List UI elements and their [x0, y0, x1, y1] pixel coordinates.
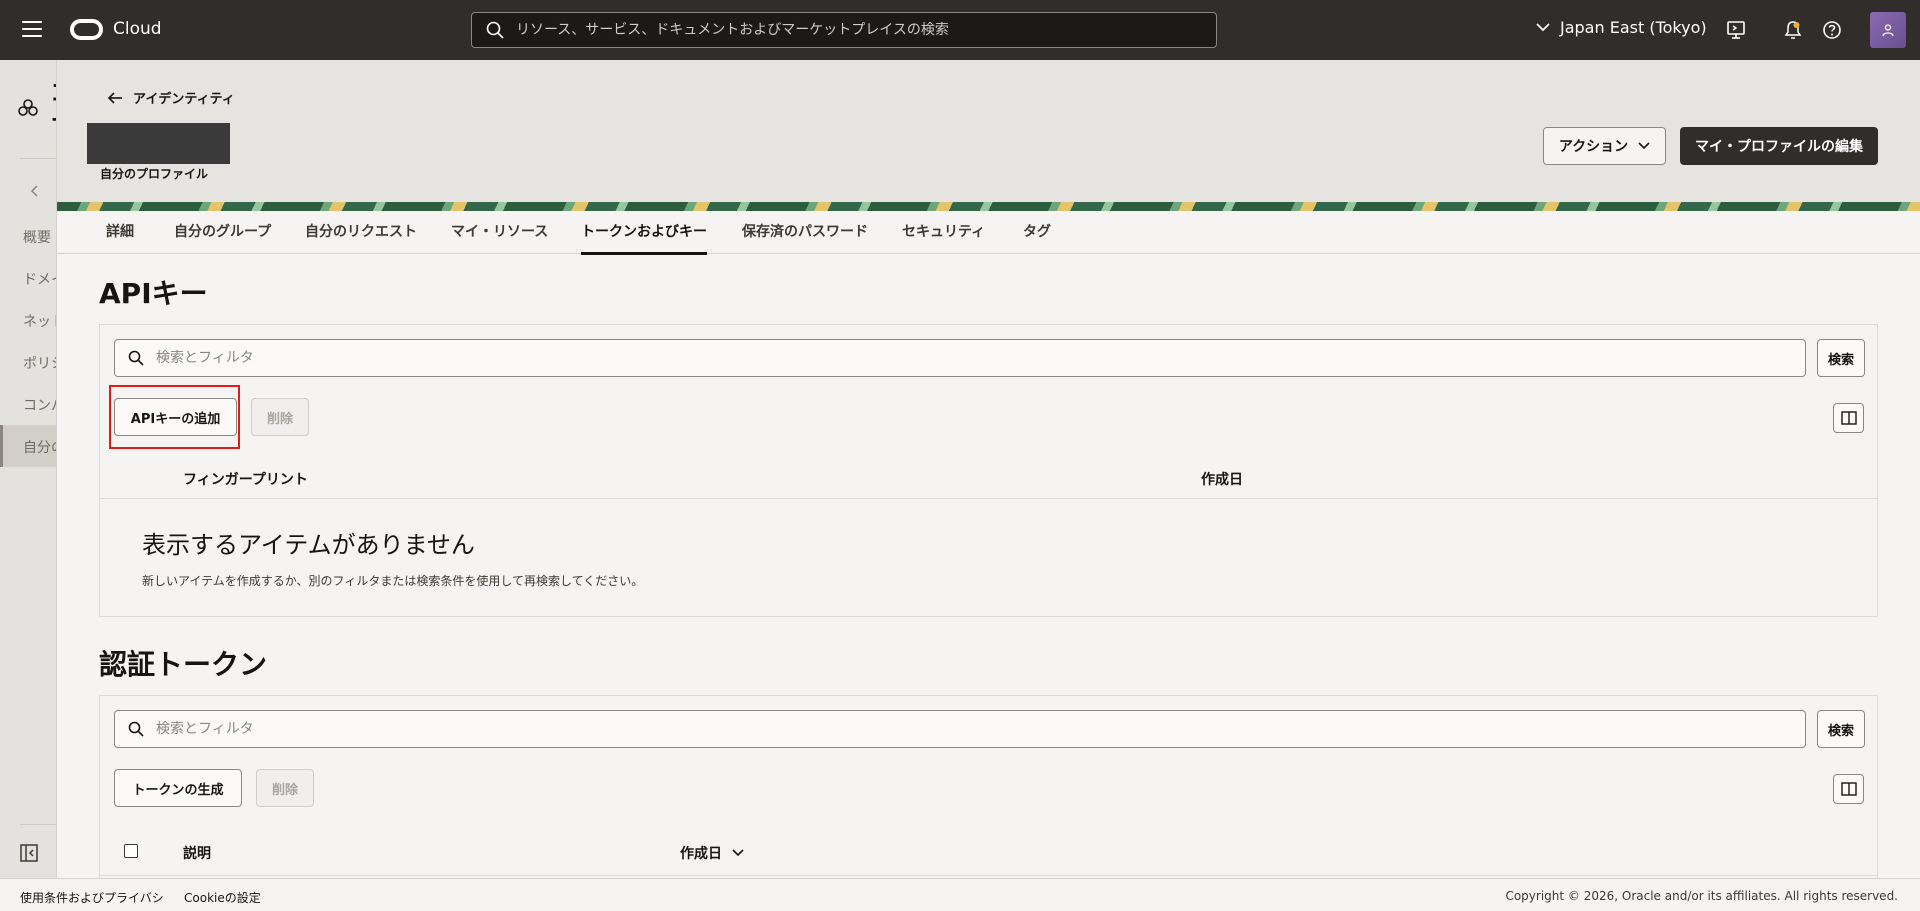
tab-tokens-and-keys[interactable]: トークンおよびキー: [581, 221, 707, 255]
help-icon[interactable]: [1821, 19, 1843, 41]
region-label: Japan East (Tokyo): [1560, 18, 1707, 37]
cookie-settings-link[interactable]: Cookieの設定: [184, 889, 261, 906]
api-keys-heading: APIキー: [99, 277, 208, 310]
chevron-down-icon: [1536, 23, 1550, 32]
column-layout-icon[interactable]: [1833, 774, 1864, 804]
tab-saved-passwords[interactable]: 保存済のパスワード: [742, 221, 868, 252]
tab-my-groups[interactable]: 自分のグループ: [174, 221, 271, 252]
rail-item-network[interactable]: ネットワーク: [23, 311, 56, 331]
chevron-down-icon: [732, 849, 744, 857]
tab-details[interactable]: 詳細: [106, 221, 134, 252]
page-subtitle: 自分のプロファイル: [100, 167, 209, 181]
column-layout-icon[interactable]: [1833, 403, 1864, 433]
rail-item-policies[interactable]: ポリシー: [23, 353, 56, 373]
column-header-created[interactable]: 作成日: [1201, 469, 1243, 489]
column-header-created-label: 作成日: [680, 846, 722, 862]
empty-state-message: 新しいアイテムを作成するか、別のフィルタまたは検索条件を使用して再検索してくださ…: [142, 574, 644, 588]
identity-icon: [18, 99, 38, 116]
terms-privacy-link[interactable]: 使用条件およびプライバシ: [20, 889, 164, 906]
user-icon: [1882, 24, 1894, 37]
tab-my-resources[interactable]: マイ・リソース: [451, 221, 548, 252]
arrow-left-icon: [107, 91, 122, 104]
redacted-user-name: [87, 123, 230, 164]
tab-bar: 詳細 自分のグループ 自分のリクエスト マイ・リソース トークンおよびキー 保存…: [57, 211, 1920, 255]
cloud-shell-icon[interactable]: [1725, 19, 1747, 41]
edit-profile-button[interactable]: マイ・プロファイルの編集: [1680, 127, 1878, 165]
footer: 使用条件およびプライバシ Cookieの設定 Copyright © 2026,…: [0, 878, 1920, 911]
chevron-left-icon[interactable]: [30, 185, 38, 197]
column-header-description[interactable]: 説明: [183, 843, 211, 863]
rail-section-title: コ+: [50, 80, 56, 132]
collapse-sidebar-icon[interactable]: [20, 844, 38, 862]
generate-token-button[interactable]: トークンの生成: [114, 769, 242, 807]
region-selector[interactable]: Japan East (Tokyo): [1536, 18, 1707, 37]
search-icon: [128, 350, 144, 366]
table-header-divider: [100, 498, 1877, 499]
search-icon: [128, 721, 144, 737]
column-header-created-sortable[interactable]: 作成日: [680, 843, 744, 863]
actions-menu-button[interactable]: アクション: [1543, 127, 1666, 165]
api-keys-search-button[interactable]: 検索: [1817, 339, 1865, 377]
brand-label[interactable]: Cloud: [113, 19, 162, 39]
rail-item-domains[interactable]: ドメイン: [23, 269, 56, 289]
top-bar: Cloud Japan East (Tokyo): [0, 0, 1920, 60]
add-api-key-button[interactable]: APIキーの追加: [114, 398, 237, 436]
auth-tokens-search-button[interactable]: 検索: [1817, 710, 1865, 748]
auth-tokens-filter-input[interactable]: [144, 711, 1805, 747]
global-search-input[interactable]: [504, 13, 1216, 47]
delete-token-button[interactable]: 削除: [256, 769, 314, 807]
table-header-divider: [100, 875, 1877, 876]
back-link[interactable]: アイデンティティ: [107, 88, 235, 107]
api-keys-panel: 検索 APIキーの追加 削除 フィンガープリント 作成日 表示するアイテムがあり…: [99, 324, 1878, 617]
notification-bell-icon[interactable]: [1782, 19, 1804, 41]
rail-item-overview[interactable]: 概要: [23, 227, 51, 247]
delete-api-key-button[interactable]: 削除: [251, 398, 309, 436]
page-header: アイデンティティ 自分のプロファイル アクション マイ・プロファイルの編集: [57, 60, 1920, 202]
rail-item-compartments[interactable]: コンパートメント: [23, 395, 56, 415]
auth-tokens-panel: 検索 トークンの生成 削除 説明 作成日: [99, 695, 1878, 878]
api-keys-filter[interactable]: [114, 339, 1806, 377]
auth-tokens-filter[interactable]: [114, 710, 1806, 748]
user-avatar[interactable]: [1870, 12, 1906, 48]
chevron-down-icon: [1638, 142, 1650, 150]
tab-my-requests[interactable]: 自分のリクエスト: [305, 221, 417, 252]
oracle-logo-icon[interactable]: [70, 19, 103, 40]
rail-divider: [20, 158, 56, 159]
back-link-label: アイデンティティ: [133, 92, 235, 107]
api-keys-filter-input[interactable]: [144, 340, 1805, 376]
search-icon: [486, 21, 504, 39]
rail-divider-bottom: [20, 824, 56, 825]
copyright-text: Copyright © 2026, Oracle and/or its affi…: [1505, 889, 1898, 903]
tab-tags[interactable]: タグ: [1023, 221, 1051, 252]
tab-security[interactable]: セキュリティ: [902, 221, 985, 252]
rail-item-my-profile[interactable]: 自分のプロファイル: [23, 437, 56, 457]
column-header-fingerprint[interactable]: フィンガープリント: [183, 469, 308, 489]
left-navigation: コ+ 概要 ドメイン ネットワーク ポリシー コンパートメント 自分のプロファイ…: [0, 60, 57, 878]
auth-tokens-heading: 認証トークン: [99, 648, 268, 681]
select-all-checkbox[interactable]: [124, 844, 138, 858]
decorative-banner: [57, 202, 1920, 211]
empty-state-title: 表示するアイテムがありません: [142, 531, 475, 559]
hamburger-menu-icon[interactable]: [22, 21, 42, 39]
actions-label: アクション: [1558, 139, 1629, 155]
global-search-box[interactable]: [471, 12, 1217, 48]
